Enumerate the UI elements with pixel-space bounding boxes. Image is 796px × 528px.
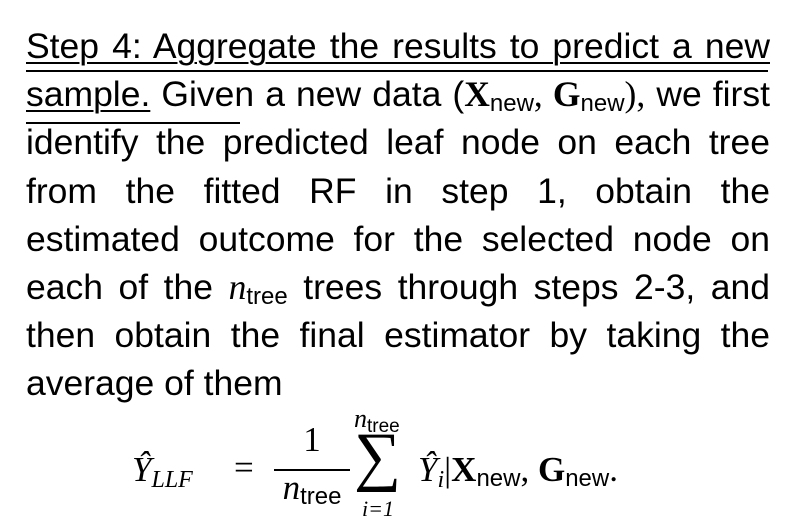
y-hat-llf: ŶLLF	[132, 450, 193, 493]
equals-sign: =	[234, 448, 254, 487]
step-4-paragraph: Step 4: Aggregate the results to predict…	[26, 22, 770, 408]
tuple-separator: ,	[533, 74, 553, 115]
g-new-symbol: Gnew	[552, 74, 625, 118]
fraction-numerator: 1	[303, 420, 321, 459]
tuple-close: ),	[624, 74, 646, 115]
intro-text: Given a new data (	[161, 74, 465, 115]
top-rule-1	[26, 70, 768, 72]
top-rule-2	[26, 122, 240, 124]
sum-lower-limit: i=1	[362, 496, 394, 521]
llf-equation: ŶLLF = 1 ntree ntree ∑ i=1 Ŷi|Xnew, Gnew…	[132, 404, 692, 524]
summation-sign: ∑	[354, 420, 402, 493]
x-new-symbol: Xnew	[464, 74, 534, 118]
equation-rhs: Ŷi|Xnew, Gnew.	[418, 450, 618, 493]
fraction-denominator: ntree	[282, 468, 342, 510]
n-tree-symbol: ntree	[228, 267, 288, 311]
paper-page: Step 4: Aggregate the results to predict…	[0, 0, 796, 528]
